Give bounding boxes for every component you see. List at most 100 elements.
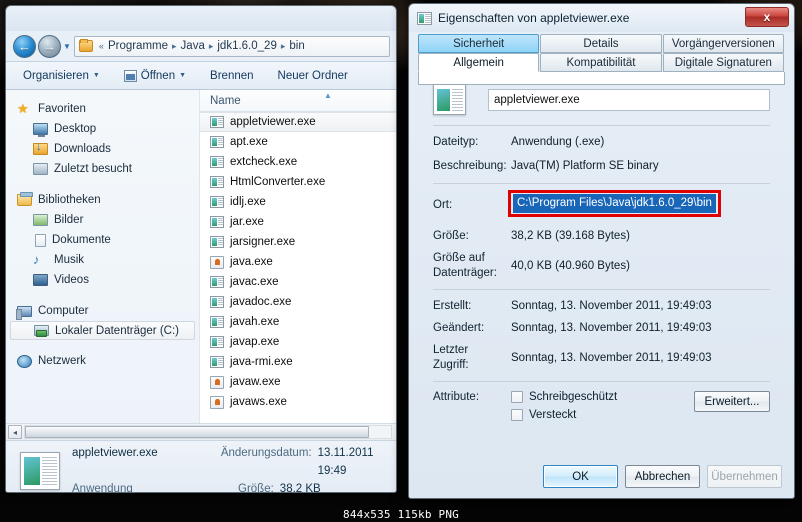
sidebar-item-desktop[interactable]: Desktop xyxy=(6,119,199,139)
exe-icon xyxy=(210,136,224,148)
table-row[interactable]: apt.exe xyxy=(200,132,396,152)
tab-label: Vorgängerversionen xyxy=(671,37,775,50)
sidebar-item-bilder[interactable]: Bilder xyxy=(6,210,199,230)
table-row[interactable]: jar.exe xyxy=(200,212,396,232)
table-row[interactable]: javap.exe xyxy=(200,332,396,352)
table-row[interactable]: extcheck.exe xyxy=(200,152,396,172)
sidebar-group-netzwerk[interactable]: Netzwerk xyxy=(6,351,199,371)
open-label: Öffnen xyxy=(140,69,176,82)
tab-sicherheit[interactable]: Sicherheit xyxy=(418,34,540,53)
scroll-left-button[interactable]: ◂ xyxy=(8,425,22,439)
field-label: Geändert: xyxy=(433,322,485,334)
dialog-content: Sicherheit Details Vorgängerversionen Al… xyxy=(418,34,785,458)
table-row[interactable]: appletviewer.exe xyxy=(200,112,396,132)
sidebar-group-label: Netzwerk xyxy=(38,355,86,367)
cancel-button[interactable]: Abbrechen xyxy=(625,465,700,488)
tab-label: Details xyxy=(583,37,619,50)
sidebar-group-bibliotheken[interactable]: Bibliotheken xyxy=(6,190,199,210)
tab-details[interactable]: Details xyxy=(540,34,662,53)
table-row[interactable]: javac.exe xyxy=(200,272,396,292)
table-row[interactable]: javaws.exe xyxy=(200,392,396,412)
location-value[interactable]: C:\Program Files\Java\jdk1.6.0_29\bin xyxy=(513,194,716,213)
field-value: Java(TM) Platform SE binary xyxy=(511,160,659,172)
burn-button[interactable]: Brennen xyxy=(205,67,258,85)
advanced-button[interactable]: Erweitert... xyxy=(694,391,770,412)
open-button[interactable]: Öffnen ▼ xyxy=(119,67,191,85)
checkbox-versteckt[interactable]: Versteckt xyxy=(511,409,676,421)
exe-icon xyxy=(210,316,224,328)
tab-allgemein[interactable]: Allgemein xyxy=(418,53,540,72)
exe-icon xyxy=(210,196,224,208)
tab-digitale-signaturen[interactable]: Digitale Signaturen xyxy=(662,53,784,72)
new-folder-button[interactable]: Neuer Ordner xyxy=(273,67,353,85)
checkbox-schreibgeschuetzt[interactable]: Schreibgeschützt xyxy=(511,391,676,403)
sidebar-item-label: Videos xyxy=(54,274,89,286)
tab-kompatibilitaet[interactable]: Kompatibilität xyxy=(540,53,662,72)
libraries-icon xyxy=(17,192,33,206)
hard-drive-icon xyxy=(34,325,49,337)
apply-button: Übernehmen xyxy=(707,465,782,488)
table-row[interactable]: java.exe xyxy=(200,252,396,272)
explorer-titlebar[interactable] xyxy=(6,6,396,31)
field-value: Sonntag, 13. November 2011, 19:49:03 xyxy=(511,352,712,364)
sidebar-item-recent-places[interactable]: Zuletzt besucht xyxy=(6,159,199,179)
back-button[interactable]: ← xyxy=(13,34,36,58)
table-row[interactable]: javadoc.exe xyxy=(200,292,396,312)
table-row[interactable]: idlj.exe xyxy=(200,192,396,212)
exe-icon xyxy=(210,296,224,308)
explorer-window: ← → ▼ « Programme ▸ Java ▸ jdk1.6.0_29 ▸… xyxy=(5,5,397,493)
organize-button[interactable]: Organisieren ▼ xyxy=(18,67,105,85)
videos-icon xyxy=(33,274,48,286)
application-icon xyxy=(417,11,432,25)
breadcrumb-item-3[interactable]: bin xyxy=(287,40,306,52)
file-name: javadoc.exe xyxy=(230,296,292,308)
sidebar-item-musik[interactable]: ♪ Musik xyxy=(6,250,199,270)
dialog-title: Eigenschaften von appletviewer.exe xyxy=(438,11,630,25)
sidebar-group-label: Computer xyxy=(38,305,89,317)
exe-icon xyxy=(210,216,224,228)
breadcrumb-item-2[interactable]: jdk1.6.0_29 xyxy=(215,40,278,52)
sidebar-item-label: Lokaler Datenträger (C:) xyxy=(55,324,179,337)
navigation-pane[interactable]: ★ Favoriten Desktop Downloads Zuletzt be… xyxy=(6,90,200,423)
address-bar[interactable]: « Programme ▸ Java ▸ jdk1.6.0_29 ▸ bin xyxy=(73,35,390,57)
table-row[interactable]: jarsigner.exe xyxy=(200,232,396,252)
table-row[interactable]: javaw.exe xyxy=(200,372,396,392)
field-erstellt: Erstellt: Sonntag, 13. November 2011, 19… xyxy=(433,299,770,314)
explorer-navigation-bar: ← → ▼ « Programme ▸ Java ▸ jdk1.6.0_29 ▸… xyxy=(6,31,396,61)
sidebar-group-favoriten[interactable]: ★ Favoriten xyxy=(6,99,199,119)
breadcrumb-item-1[interactable]: Java xyxy=(179,40,207,52)
chevron-down-icon[interactable]: ▼ xyxy=(63,42,71,51)
file-list-pane[interactable]: Name ▲ appletviewer.exe apt.exe extcheck… xyxy=(200,90,396,423)
horizontal-scrollbar[interactable]: ◂ xyxy=(6,423,396,440)
dialog-titlebar[interactable]: Eigenschaften von appletviewer.exe xyxy=(409,4,794,32)
sidebar-item-label: Musik xyxy=(54,254,85,266)
breadcrumb-overflow[interactable]: « xyxy=(97,41,106,51)
field-groesse-auf-datentraeger: Größe auf Datenträger: 40,0 KB (40.960 By… xyxy=(433,251,770,281)
sidebar-item-downloads[interactable]: Downloads xyxy=(6,139,199,159)
new-folder-label: Neuer Ordner xyxy=(277,69,348,82)
apply-button-label: Übernehmen xyxy=(711,470,778,483)
table-row[interactable]: javah.exe xyxy=(200,312,396,332)
close-icon: x xyxy=(763,10,771,24)
table-row[interactable]: java-rmi.exe xyxy=(200,352,396,372)
file-name-field[interactable]: appletviewer.exe xyxy=(488,88,770,111)
checkbox-icon[interactable] xyxy=(511,391,523,403)
sidebar-group-computer[interactable]: Computer xyxy=(6,301,199,321)
forward-button[interactable]: → xyxy=(38,34,61,58)
checkbox-icon[interactable] xyxy=(511,409,523,421)
downloads-icon xyxy=(33,141,48,155)
sidebar-item-local-disk-c[interactable]: Lokaler Datenträger (C:) xyxy=(10,321,195,340)
organize-label: Organisieren xyxy=(23,69,89,82)
table-row[interactable]: HtmlConverter.exe xyxy=(200,172,396,192)
field-label: Erstellt: xyxy=(433,300,472,312)
column-header-name[interactable]: Name ▲ xyxy=(200,90,396,112)
sidebar-item-videos[interactable]: Videos xyxy=(6,270,199,290)
attributes-label: Attribute: xyxy=(433,391,480,403)
ok-button[interactable]: OK xyxy=(543,465,618,488)
tab-vorgaengerversionen[interactable]: Vorgängerversionen xyxy=(662,34,784,53)
scrollbar-track[interactable] xyxy=(24,425,392,439)
close-button[interactable]: x xyxy=(745,7,789,27)
sidebar-item-dokumente[interactable]: Dokumente xyxy=(6,230,199,250)
scrollbar-thumb[interactable] xyxy=(25,426,370,438)
breadcrumb-item-0[interactable]: Programme xyxy=(106,40,170,52)
